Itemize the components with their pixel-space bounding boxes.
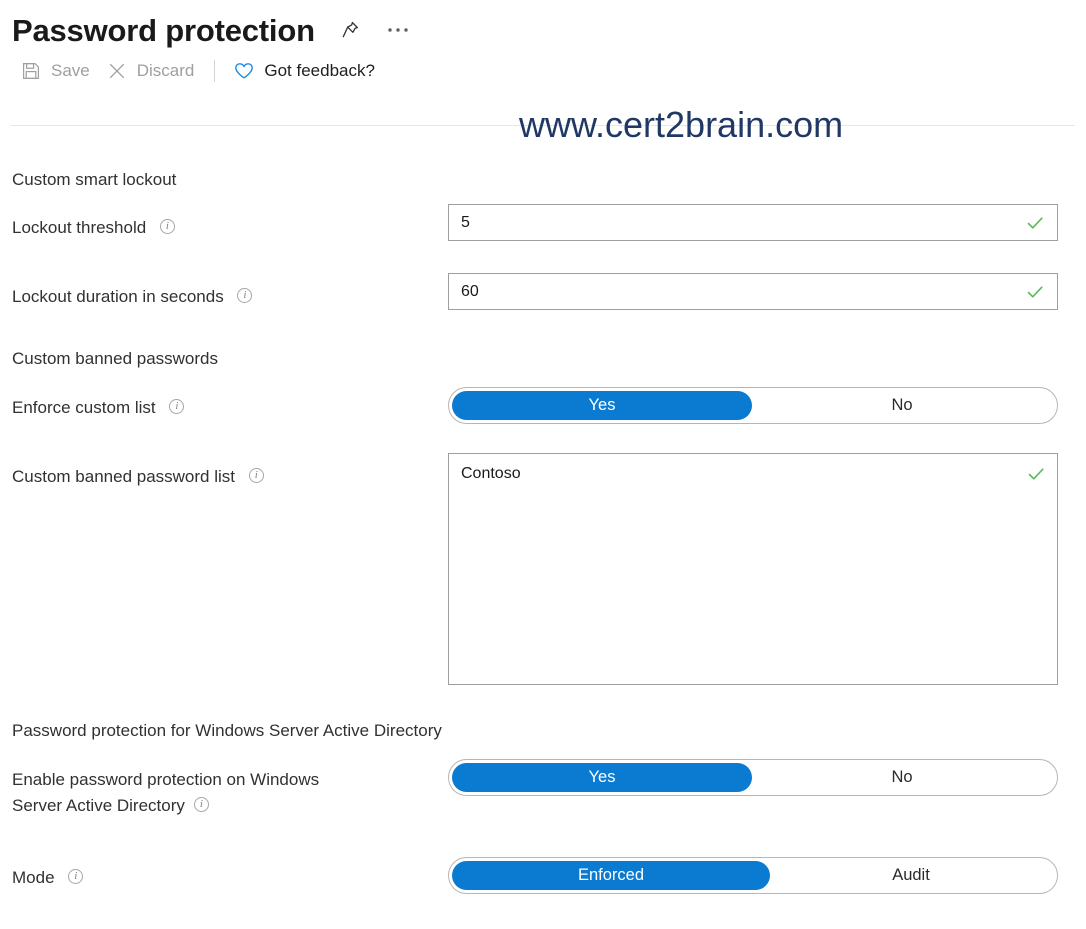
enable-password-protection-option-no[interactable]: No — [752, 763, 1052, 792]
mode-option-enforced[interactable]: Enforced — [452, 861, 770, 890]
mode-toggle[interactable]: Enforced Audit — [448, 857, 1058, 894]
discard-label: Discard — [136, 61, 195, 80]
info-icon[interactable] — [159, 219, 175, 234]
discard-button[interactable]: Discard — [104, 57, 209, 85]
enable-password-protection-toggle[interactable]: Yes No — [448, 759, 1058, 796]
label-enable-password-protection-line2: Server Active Directory — [12, 796, 185, 816]
lockout-threshold-value: 5 — [461, 213, 470, 231]
info-icon[interactable] — [68, 869, 84, 884]
label-lockout-duration: Lockout duration in seconds — [12, 283, 253, 309]
enable-password-protection-option-yes[interactable]: Yes — [452, 763, 752, 792]
checkmark-icon — [1026, 464, 1046, 484]
save-label: Save — [51, 61, 90, 80]
custom-banned-password-list-textarea[interactable]: Contoso — [448, 453, 1058, 685]
save-button[interactable]: Save — [18, 57, 104, 85]
checkmark-icon — [1025, 282, 1045, 302]
label-enable-password-protection-line1: Enable password protection on Windows — [12, 770, 320, 790]
lockout-threshold-input[interactable]: 5 — [448, 204, 1058, 241]
section-heading-smart-lockout: Custom smart lockout — [12, 170, 177, 189]
pin-icon[interactable] — [337, 17, 363, 43]
got-feedback-button[interactable]: Got feedback? — [231, 57, 389, 85]
section-heading-windows-server-ad: Password protection for Windows Server A… — [12, 721, 442, 740]
label-lockout-threshold-text: Lockout threshold — [12, 218, 147, 238]
checkmark-icon — [1025, 213, 1045, 233]
lockout-duration-value: 60 — [461, 282, 479, 300]
mode-option-audit[interactable]: Audit — [770, 861, 1052, 890]
info-icon[interactable] — [248, 468, 264, 483]
info-icon[interactable] — [193, 797, 209, 813]
info-icon[interactable] — [169, 399, 185, 414]
label-mode: Mode — [12, 864, 84, 890]
label-custom-banned-password-list: Custom banned password list — [12, 463, 264, 489]
lockout-duration-input[interactable]: 60 — [448, 273, 1058, 310]
section-heading-banned-passwords: Custom banned passwords — [12, 349, 219, 368]
enforce-custom-list-option-yes[interactable]: Yes — [452, 391, 752, 420]
label-enforce-custom-list-text: Enforce custom list — [12, 398, 156, 418]
custom-banned-password-list-value: Contoso — [461, 465, 521, 482]
info-icon[interactable] — [237, 288, 253, 303]
command-bar: Save Discard Got feedback? — [0, 52, 1086, 90]
header-divider — [11, 125, 1075, 126]
heart-icon — [233, 60, 255, 82]
ellipsis-icon[interactable] — [385, 17, 411, 43]
save-disk-icon — [20, 60, 42, 82]
command-bar-separator — [214, 60, 216, 82]
label-enforce-custom-list: Enforce custom list — [12, 394, 185, 420]
enforce-custom-list-option-no[interactable]: No — [752, 391, 1052, 420]
enforce-custom-list-toggle[interactable]: Yes No — [448, 387, 1058, 424]
page-title: Password protection — [12, 12, 315, 48]
label-custom-banned-password-list-text: Custom banned password list — [12, 467, 236, 487]
label-mode-text: Mode — [12, 868, 55, 888]
label-lockout-threshold: Lockout threshold — [12, 214, 175, 240]
got-feedback-label: Got feedback? — [264, 61, 375, 80]
page-header: Password protection — [0, 0, 1086, 52]
label-lockout-duration-text: Lockout duration in seconds — [12, 287, 224, 307]
close-x-icon — [106, 60, 128, 82]
label-enable-password-protection: Enable password protection on Windows Se… — [12, 766, 319, 818]
